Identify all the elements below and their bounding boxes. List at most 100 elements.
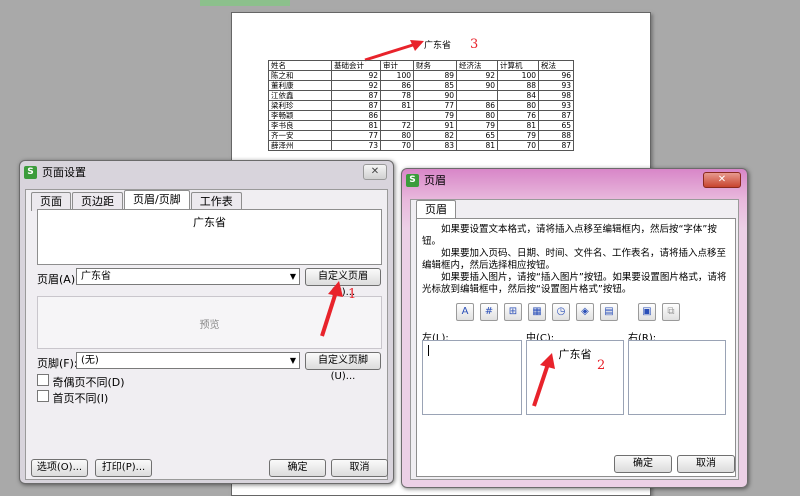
header-dialog: S 页眉 ✕ 页眉 如果要设置文本格式，请将插入点移至编辑框内，然后按“字体”按…	[401, 168, 748, 488]
table-cell: 88	[538, 130, 574, 141]
table-cell: 梁利珍	[268, 100, 332, 111]
table-cell: 齐一安	[268, 130, 332, 141]
table-cell: 陈之和	[268, 70, 332, 81]
table-cell: 72	[380, 120, 414, 131]
annotation-arrow-2	[532, 353, 555, 407]
table-row: 李书良 81 72 91 79 81 65	[268, 120, 574, 131]
table-header-cell: 经济法	[456, 60, 498, 71]
first-page-label: 首页不同(I)	[52, 392, 109, 405]
table-cell: 87	[331, 100, 381, 111]
options-button[interactable]: 选项(O)...	[31, 459, 88, 477]
custom-footer-button[interactable]: 自定义页脚(U)...	[305, 352, 381, 382]
header-label: 页眉(A):	[37, 273, 79, 286]
header-select[interactable]: 广东省 ▼	[76, 268, 300, 285]
table-cell: 87	[331, 90, 381, 101]
table-cell: 77	[413, 100, 457, 111]
table-cell: 80	[380, 130, 414, 141]
table-cell: 84	[497, 90, 539, 101]
table-cell: 79	[497, 130, 539, 141]
instructions: 如果要设置文本格式，请将插入点移至编辑框内，然后按“字体”按钮。 如果要加入页码…	[422, 224, 730, 296]
cancel-button[interactable]: 取消	[331, 459, 388, 477]
table-cell: 98	[538, 90, 574, 101]
table-cell: 79	[413, 110, 457, 121]
table-cell: 90	[413, 90, 457, 101]
table-cell: 85	[413, 80, 457, 91]
annotation-1: 1	[348, 287, 357, 302]
table-row: 薛泽州 73 70 83 81 70 87	[268, 140, 574, 151]
odd-even-checkbox[interactable]: 奇偶页不同(D)	[37, 374, 125, 390]
total-pages-icon[interactable]: ⊞	[504, 303, 522, 321]
table-cell: 江依鑫	[268, 90, 332, 101]
odd-even-label: 奇偶页不同(D)	[52, 376, 125, 389]
footer-select[interactable]: (无) ▼	[76, 352, 300, 369]
instruction-2: 如果要加入页码、日期、时间、文件名、工作表名，请将插入点移至编辑框内，然后选择相…	[422, 248, 727, 271]
chevron-down-icon: ▼	[289, 356, 296, 365]
checkbox-box[interactable]	[37, 374, 49, 386]
checkbox-box[interactable]	[37, 390, 49, 402]
annotation-arrow-1	[320, 281, 343, 337]
print-button[interactable]: 打印(P)...	[95, 459, 152, 477]
table-cell: 92	[456, 70, 498, 81]
table-cell: 100	[380, 70, 414, 81]
ok-button[interactable]: 确定	[269, 459, 326, 477]
table-cell: 93	[538, 80, 574, 91]
close-button[interactable]: ✕	[703, 172, 741, 188]
first-page-checkbox[interactable]: 首页不同(I)	[37, 390, 108, 406]
table-cell: 80	[497, 100, 539, 111]
close-button[interactable]: ✕	[363, 164, 387, 180]
sheet-name-icon[interactable]: ▤	[600, 303, 618, 321]
table-cell: 89	[413, 70, 457, 81]
table-cell: 78	[380, 90, 414, 101]
cancel-button[interactable]: 取消	[677, 455, 735, 473]
wps-icon: S	[406, 174, 419, 187]
header-dialog-titlebar: S 页眉 ✕	[402, 169, 747, 193]
table-cell: 87	[538, 140, 574, 151]
table-header-row: 姓名 基础会计 审计 财务 经济法 计算机 税法	[268, 60, 574, 71]
table-header-cell: 计算机	[497, 60, 539, 71]
table-cell: 70	[497, 140, 539, 151]
table-cell: 88	[497, 80, 539, 91]
table-cell: 73	[331, 140, 381, 151]
ok-button[interactable]: 确定	[614, 455, 672, 473]
instruction-1: 如果要设置文本格式，请将插入点移至编辑框内，然后按“字体”按钮。	[422, 224, 717, 247]
table-cell: 87	[538, 110, 574, 121]
table-cell: 92	[331, 70, 381, 81]
footer-select-value: (无)	[81, 355, 99, 366]
format-picture-icon[interactable]: ⧉	[662, 303, 680, 321]
wps-icon: S	[24, 166, 37, 179]
file-path-icon[interactable]: ◈	[576, 303, 594, 321]
table-row: 梁利珍 87 81 77 86 80 93	[268, 100, 574, 111]
footer-label: 页脚(F):	[37, 357, 78, 370]
table-cell	[380, 110, 414, 121]
table-header-cell: 审计	[380, 60, 414, 71]
table-row: 齐一安 77 80 82 65 79 88	[268, 130, 574, 141]
date-icon[interactable]: ▦	[528, 303, 546, 321]
table-cell: 70	[380, 140, 414, 151]
preview-table: 姓名 基础会计 审计 财务 经济法 计算机 税法 陈之和 92 100 89 92 100 96 董利康 92…	[268, 60, 574, 151]
table-row: 董利康 92 86 85 90 88 93	[268, 80, 574, 91]
chevron-down-icon: ▼	[289, 272, 296, 281]
table-row: 江依鑫 87 78 90 84 98	[268, 90, 574, 101]
table-row: 李畅颖 86 79 80 76 87	[268, 110, 574, 121]
table-row: 陈之和 92 100 89 92 100 96	[268, 70, 574, 81]
page-number-icon[interactable]: #	[480, 303, 498, 321]
table-cell: 65	[538, 120, 574, 131]
header-preview-text: 广东省	[193, 216, 226, 229]
left-section-input[interactable]	[422, 340, 522, 415]
time-icon[interactable]: ◷	[552, 303, 570, 321]
page-setup-titlebar: S 页面设置 ✕	[20, 161, 393, 185]
font-icon[interactable]: A	[456, 303, 474, 321]
table-cell: 96	[538, 70, 574, 81]
table-cell: 93	[538, 100, 574, 111]
page-setup-title: 页面设置	[42, 166, 86, 179]
tab-header-footer[interactable]: 页眉/页脚	[124, 190, 190, 211]
table-cell: 81	[497, 120, 539, 131]
table-cell: 李书良	[268, 120, 332, 131]
right-section-input[interactable]	[628, 340, 726, 415]
header-preview-box: 广东省	[37, 209, 382, 265]
insert-picture-icon[interactable]: ▣	[638, 303, 656, 321]
table-cell: 86	[380, 80, 414, 91]
header-dialog-title: 页眉	[424, 174, 446, 187]
table-cell: 76	[497, 110, 539, 121]
header-select-value: 广东省	[81, 271, 111, 282]
